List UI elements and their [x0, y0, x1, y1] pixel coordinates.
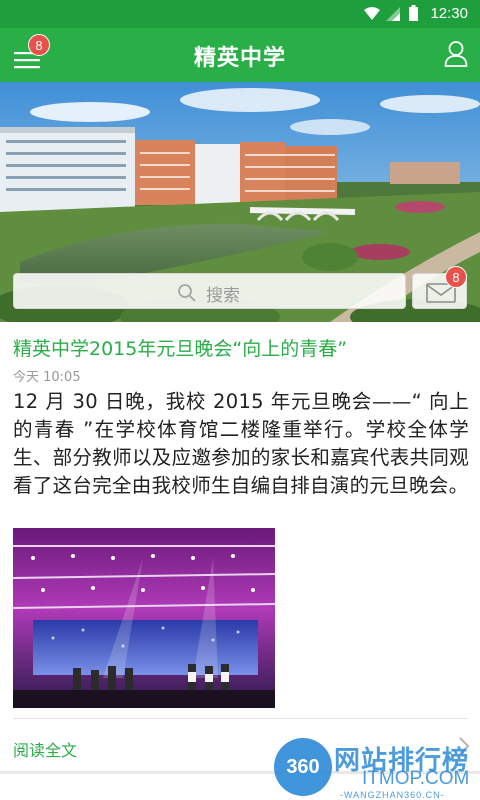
- mail-button[interactable]: 8: [412, 266, 467, 309]
- search-icon: [177, 283, 197, 303]
- article-summary: 12 月 30 日晚，我校 2015 年元旦晚会——“ 向上的青春 ”在学校体育…: [13, 390, 469, 497]
- read-more-link[interactable]: 阅读全文: [13, 737, 77, 761]
- battery-icon: [409, 5, 418, 25]
- divider: [13, 718, 468, 719]
- watermark-line2: ITMOP.COM: [362, 768, 470, 789]
- search-placeholder: 搜索: [206, 286, 240, 306]
- search-box[interactable]: 搜索: [13, 273, 406, 309]
- watermark-line3: -WANGZHAN360.CN-: [340, 790, 445, 800]
- article-photo[interactable]: [13, 528, 275, 708]
- page-title: 精英中学: [193, 46, 286, 71]
- user-icon[interactable]: [444, 40, 468, 72]
- article-title[interactable]: 精英中学2015年元旦晚会“向上的青春”: [13, 334, 347, 361]
- watermark-logo: 360: [274, 738, 332, 796]
- mail-badge: 8: [445, 266, 467, 288]
- article-time: 今天 10:05: [13, 370, 81, 385]
- signal-icon: [386, 6, 400, 25]
- status-bar: 12:30: [0, 0, 480, 28]
- status-time: 12:30: [430, 5, 468, 22]
- app-bar: 8 精英中学: [0, 28, 480, 82]
- site-watermark: 360 网站排行榜 ITMOP.COM -WANGZHAN360.CN-: [270, 734, 480, 800]
- wifi-icon: [364, 6, 380, 25]
- hero-banner[interactable]: 搜索 8: [0, 82, 480, 322]
